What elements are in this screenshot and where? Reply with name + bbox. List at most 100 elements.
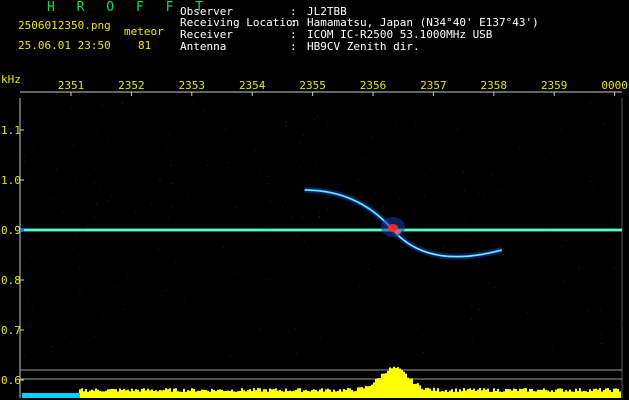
noise-level-bar	[439, 391, 441, 398]
noise-level-bar	[48, 393, 50, 398]
noise-level-bar	[275, 388, 277, 398]
noise-level-bar	[183, 388, 185, 398]
noise-speck	[121, 102, 123, 104]
noise-level-bar	[487, 388, 489, 398]
noise-speck	[127, 120, 129, 122]
noise-speck	[484, 193, 486, 195]
x-tick-label: 2354	[239, 79, 266, 92]
noise-speck	[564, 257, 566, 259]
noise-level-bar	[99, 390, 101, 398]
noise-speck	[614, 273, 616, 275]
noise-level-bar	[595, 388, 597, 398]
noise-speck	[126, 277, 128, 279]
noise-speck	[491, 174, 493, 176]
noise-speck	[78, 255, 80, 257]
noise-speck	[326, 209, 328, 211]
noise-speck	[162, 276, 164, 278]
noise-speck	[423, 194, 425, 196]
noise-speck	[68, 330, 70, 332]
noise-level-bar	[331, 391, 333, 398]
noise-level-bar	[443, 391, 445, 398]
noise-level-bar	[611, 391, 613, 398]
noise-level-bar	[605, 388, 607, 398]
noise-level-bar	[243, 390, 245, 398]
noise-level-bar	[175, 388, 177, 398]
noise-speck	[362, 339, 364, 341]
noise-level-bar	[253, 388, 255, 398]
noise-level-bar	[339, 389, 341, 398]
noise-speck	[488, 282, 490, 284]
noise-level-bar	[46, 393, 48, 398]
noise-speck	[500, 136, 502, 138]
noise-speck	[560, 129, 562, 131]
noise-speck	[466, 239, 468, 241]
noise-speck	[155, 203, 157, 205]
noise-speck	[429, 285, 431, 287]
noise-speck	[524, 350, 526, 352]
noise-level-bar	[34, 393, 36, 398]
noise-level-bar	[83, 391, 85, 398]
noise-level-bar	[537, 389, 539, 398]
noise-level-bar	[355, 391, 357, 398]
noise-level-bar	[319, 389, 321, 398]
noise-level-bar	[507, 388, 509, 398]
noise-speck	[321, 266, 323, 268]
noise-speck	[24, 263, 26, 265]
noise-level-bar	[135, 389, 137, 398]
noise-level-bar	[85, 388, 87, 398]
x-tick-label: 2351	[58, 79, 85, 92]
noise-level-bar	[199, 390, 201, 398]
noise-level-bar	[293, 390, 295, 398]
noise-level-bar	[555, 389, 557, 398]
noise-speck	[318, 211, 320, 213]
noise-speck	[320, 337, 322, 339]
noise-speck	[23, 154, 25, 156]
noise-speck	[422, 351, 424, 353]
noise-level-bar	[28, 393, 30, 398]
noise-level-bar	[121, 389, 123, 398]
noise-speck	[114, 285, 116, 287]
noise-speck	[389, 242, 391, 244]
noise-level-bar	[301, 391, 303, 398]
noise-level-bar	[231, 389, 233, 398]
noise-speck	[32, 149, 34, 151]
noise-level-bar	[333, 389, 335, 398]
noise-speck	[590, 102, 592, 104]
noise-speck	[287, 331, 289, 333]
noise-speck	[372, 136, 374, 138]
noise-speck	[284, 200, 286, 202]
noise-level-bar	[471, 389, 473, 398]
noise-speck	[395, 124, 397, 126]
noise-level-bar	[221, 389, 223, 398]
noise-speck	[300, 167, 302, 169]
noise-level-bar	[207, 390, 209, 398]
noise-speck	[541, 272, 543, 274]
noise-speck	[420, 285, 422, 287]
noise-level-bar	[463, 388, 465, 398]
noise-speck	[382, 206, 384, 208]
noise-level-bar	[251, 390, 253, 398]
noise-level-bar	[373, 382, 375, 398]
noise-level-bar	[159, 390, 161, 398]
noise-speck	[191, 102, 193, 104]
noise-speck	[538, 216, 540, 218]
noise-level-bar	[299, 388, 301, 398]
noise-speck	[317, 115, 319, 117]
noise-level-bar	[56, 393, 58, 398]
noise-level-bar	[185, 391, 187, 398]
noise-level-bar	[515, 389, 517, 398]
noise-level-bar	[283, 391, 285, 398]
y-tick-label: 0.6	[1, 374, 21, 387]
noise-speck	[544, 158, 546, 160]
noise-speck	[518, 145, 520, 147]
noise-level-bar	[413, 384, 415, 398]
noise-level-bar	[431, 390, 433, 398]
noise-speck	[368, 268, 370, 270]
noise-speck	[386, 201, 388, 203]
y-tick-label: 1.1	[1, 124, 21, 137]
noise-speck	[314, 118, 316, 120]
noise-level-bar	[329, 389, 331, 398]
noise-speck	[24, 356, 26, 358]
noise-level-bar	[387, 370, 389, 398]
noise-level-bar	[137, 389, 139, 398]
